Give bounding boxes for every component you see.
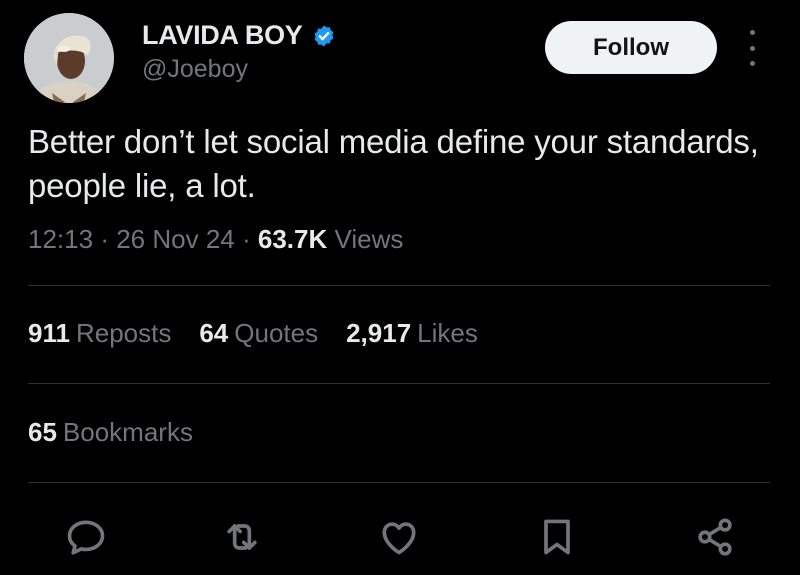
reposts-stat[interactable]: 911 Reposts <box>28 318 171 349</box>
views-label: Views <box>334 224 404 254</box>
display-name-text: LAVIDA BOY <box>142 20 303 50</box>
reply-icon <box>67 520 105 555</box>
author-display-name[interactable]: LAVIDA BOY <box>142 20 336 51</box>
verified-badge-icon <box>314 25 333 46</box>
likes-count: 2,917 <box>346 318 412 348</box>
quotes-count: 64 <box>199 318 229 348</box>
views-count: 63.7K <box>257 224 328 254</box>
meta-separator: · <box>241 224 251 254</box>
divider <box>28 383 770 384</box>
divider <box>28 482 770 483</box>
avatar-image <box>24 13 114 103</box>
tweet-date[interactable]: 26 Nov 24 <box>116 224 235 254</box>
reply-button[interactable] <box>62 513 110 561</box>
share-button[interactable] <box>691 513 739 561</box>
tweet-card: LAVIDA BOY @Joeboy Follow Better don’t l… <box>0 0 800 575</box>
bookmarks-count: 65 <box>28 417 57 447</box>
author-handle[interactable]: @Joeboy <box>142 55 248 84</box>
divider <box>28 285 770 286</box>
more-options-icon[interactable] <box>742 30 762 66</box>
reposts-count: 911 <box>28 318 70 348</box>
avatar[interactable] <box>24 13 114 103</box>
repost-icon <box>227 524 257 550</box>
likes-label: Likes <box>417 318 478 348</box>
bookmark-icon <box>544 519 570 555</box>
quotes-label: Quotes <box>234 318 319 348</box>
quotes-stat[interactable]: 64 Quotes <box>199 318 318 349</box>
bookmark-button[interactable] <box>533 513 581 561</box>
reposts-label: Reposts <box>75 318 172 348</box>
tweet-text: Better don’t let social media define you… <box>28 123 759 204</box>
repost-button[interactable] <box>218 513 266 561</box>
engagement-stats: 911 Reposts 64 Quotes 2,917 Likes <box>28 318 506 349</box>
tweet-meta: 12:13 · 26 Nov 24 · 63.7K Views <box>28 224 403 255</box>
like-button[interactable] <box>375 513 423 561</box>
meta-separator: · <box>100 224 109 254</box>
bookmarks-stat[interactable]: 65 Bookmarks <box>28 417 193 448</box>
follow-button[interactable]: Follow <box>545 21 717 74</box>
likes-stat[interactable]: 2,917 Likes <box>346 318 478 349</box>
bookmarks-label: Bookmarks <box>62 417 193 447</box>
tweet-time[interactable]: 12:13 <box>28 224 93 254</box>
share-icon <box>698 518 732 556</box>
like-icon <box>382 522 416 555</box>
